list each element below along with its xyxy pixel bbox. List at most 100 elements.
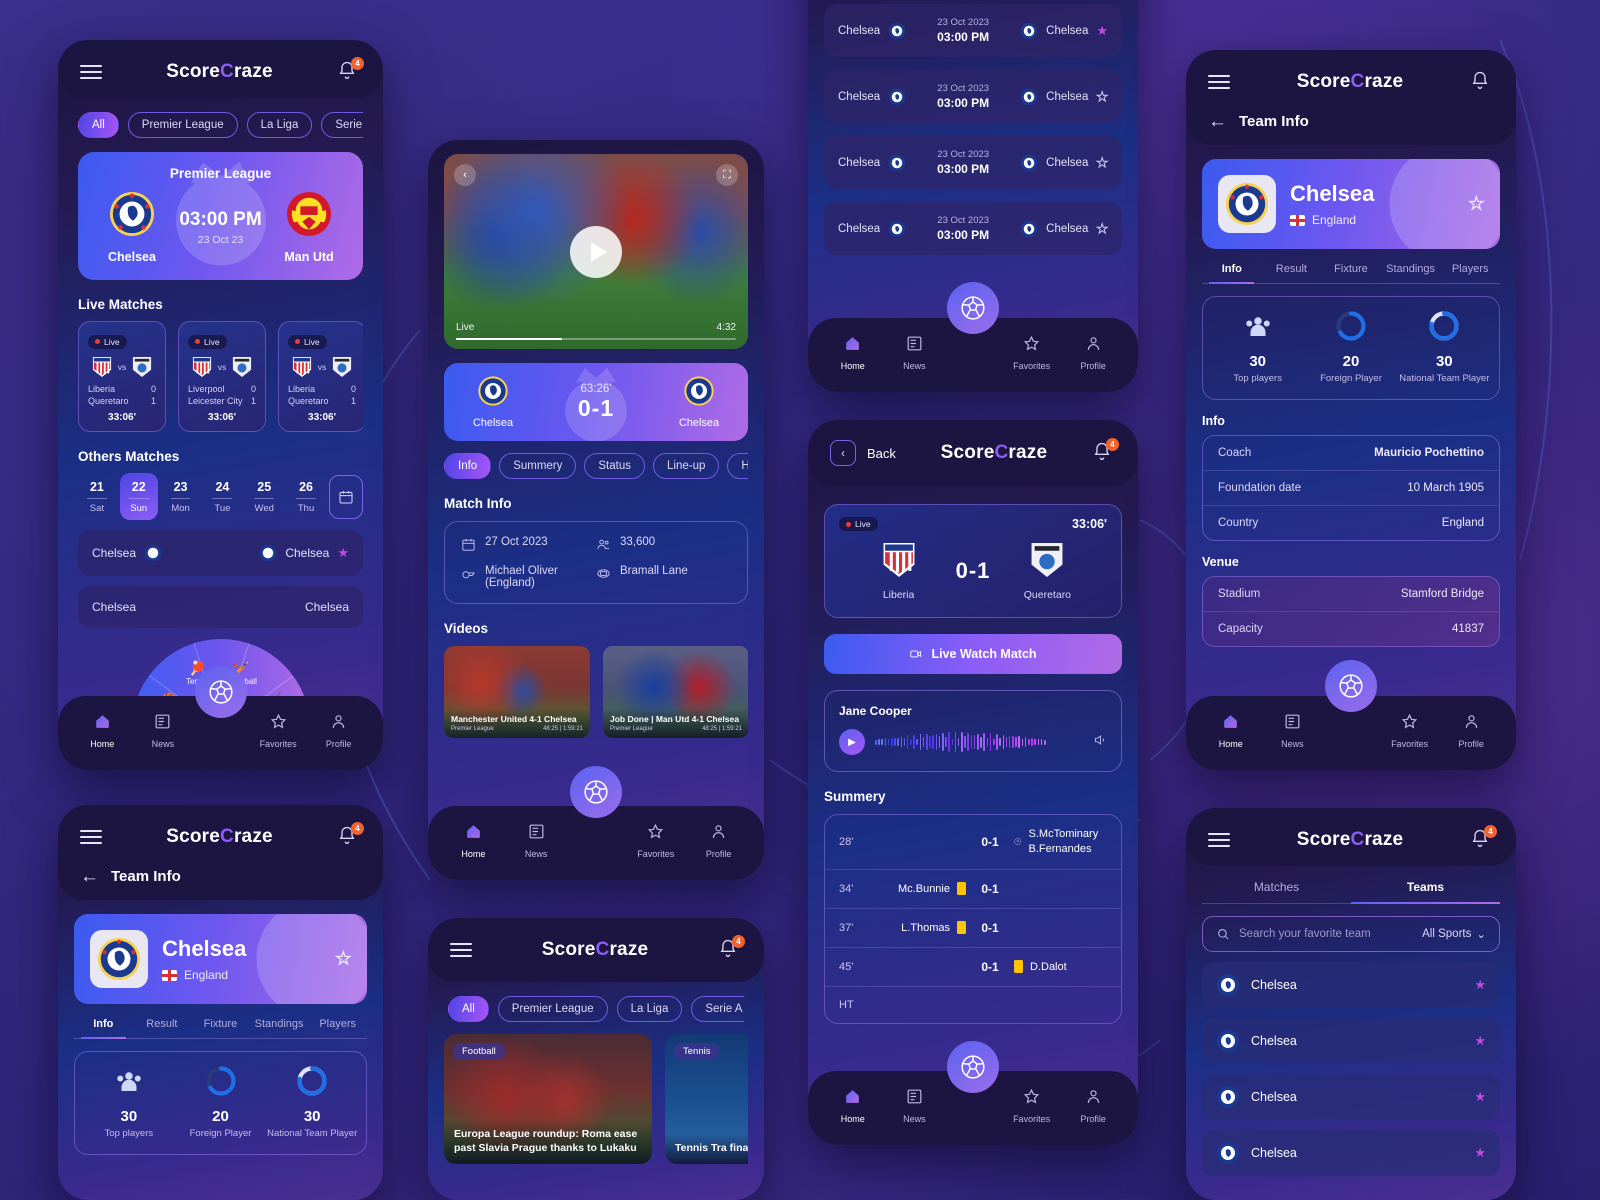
team-list-item[interactable]: Chelsea ★: [1202, 1074, 1500, 1120]
team-list-item[interactable]: Chelsea ★: [1202, 1130, 1500, 1176]
sports-fab-button[interactable]: [947, 1041, 999, 1093]
nav-profile[interactable]: Profile: [1064, 1087, 1122, 1124]
chip-la-liga[interactable]: La Liga: [616, 996, 683, 1022]
tab-result[interactable]: Result: [133, 1018, 192, 1038]
video-card[interactable]: Job Done | Man Utd 4-1 Chelsea Premier L…: [603, 646, 748, 738]
nav-home[interactable]: Home: [824, 1087, 882, 1124]
tab-lineup[interactable]: Line-up: [653, 453, 720, 479]
segment-matches[interactable]: Matches: [1202, 880, 1351, 903]
nav-profile[interactable]: Profile: [1064, 334, 1122, 371]
chip-premier-league[interactable]: Premier League: [497, 996, 608, 1022]
nav-home[interactable]: Home: [824, 334, 882, 371]
nav-news[interactable]: News: [507, 822, 565, 859]
nav-favorites[interactable]: Favorites: [627, 822, 685, 859]
other-match-row[interactable]: Chelsea Chelsea: [78, 586, 363, 628]
notification-bell-icon[interactable]: 4: [337, 822, 364, 849]
live-match-card[interactable]: Live vs Liberia 0 Queretaro 1 33:06': [78, 321, 166, 432]
nav-home[interactable]: Home: [444, 822, 502, 859]
featured-match-card[interactable]: Premier League Chelsea 03:00 PM 23 Oct 2…: [78, 152, 363, 280]
fixture-row[interactable]: Chelsea 23 Oct 2023 03:00 PM Chelsea ★: [824, 4, 1122, 57]
sport-filter-dropdown[interactable]: All Sports ⌄: [1422, 927, 1486, 941]
tab-fixture[interactable]: Fixture: [191, 1018, 250, 1038]
menu-icon[interactable]: [1208, 833, 1230, 847]
favorite-star-icon[interactable]: ★: [1474, 977, 1486, 993]
favorite-star-icon[interactable]: ★: [1474, 1089, 1486, 1105]
team-search-bar[interactable]: Search your favorite team All Sports ⌄: [1202, 916, 1500, 952]
menu-icon[interactable]: [450, 943, 472, 957]
tab-players[interactable]: Players: [1440, 263, 1500, 283]
notification-bell-icon[interactable]: 4: [718, 935, 745, 962]
nav-favorites[interactable]: Favorites: [1381, 712, 1439, 749]
live-match-card[interactable]: Live vs Liverpool 0 Leicester City 1 33:06…: [178, 321, 266, 432]
segment-teams[interactable]: Teams: [1351, 880, 1500, 904]
tab-info[interactable]: Info: [1202, 263, 1262, 284]
sports-fab-button[interactable]: [194, 666, 247, 718]
tab-standings[interactable]: Standings: [1381, 263, 1441, 283]
match-detail-tabs[interactable]: Info Summery Status Line-up H2H New: [444, 453, 748, 479]
tab-h2h[interactable]: H2H: [727, 453, 748, 479]
audio-waveform[interactable]: [875, 731, 1083, 753]
menu-icon[interactable]: [80, 65, 102, 79]
favorites-segments[interactable]: Matches Teams: [1202, 880, 1500, 904]
tab-summery[interactable]: Summery: [499, 453, 577, 479]
tab-standings[interactable]: Standings: [250, 1018, 309, 1038]
news-list[interactable]: Football Europa League roundup: Roma eas…: [444, 1034, 748, 1164]
chip-all[interactable]: All: [448, 996, 489, 1022]
team-tabs[interactable]: Info Result Fixture Standings Players: [1202, 263, 1500, 284]
news-card[interactable]: Tennis Tennis Tra finals in Vi: [665, 1034, 748, 1164]
menu-icon[interactable]: [80, 830, 102, 844]
sports-fab-button[interactable]: [570, 766, 622, 818]
live-watch-button[interactable]: Live Watch Match: [824, 634, 1122, 674]
chip-premier-league[interactable]: Premier League: [127, 112, 238, 138]
nav-news[interactable]: News: [885, 1087, 943, 1124]
live-match-card[interactable]: Live vs Liberia 0 Queretaro 1 33:06': [278, 321, 363, 432]
date-selector[interactable]: 21 Sat 22 Sun 23 Mon 24 Tue 25 Wed 26 Thu: [78, 473, 363, 520]
chip-la-liga[interactable]: La Liga: [246, 112, 313, 138]
audio-play-button[interactable]: ▶: [839, 729, 865, 755]
date-cell[interactable]: 25 Wed: [245, 473, 283, 520]
tab-result[interactable]: Result: [1262, 263, 1322, 283]
nav-favorites[interactable]: Favorites: [1003, 1087, 1061, 1124]
team-tabs[interactable]: Info Result Fixture Standings Players: [74, 1018, 367, 1039]
menu-icon[interactable]: [1208, 75, 1230, 89]
favorite-star-icon[interactable]: ★: [337, 545, 349, 561]
videos-list[interactable]: Manchester United 4-1 Chelsea Premier Le…: [444, 646, 748, 738]
team-list-item[interactable]: Chelsea ★: [1202, 962, 1500, 1008]
back-arrow-icon[interactable]: ←: [80, 867, 99, 886]
favorite-star-icon[interactable]: ★: [1096, 88, 1109, 105]
nav-news[interactable]: News: [1263, 712, 1321, 749]
video-back-icon[interactable]: ‹: [454, 164, 476, 186]
video-progress-bar[interactable]: [456, 337, 736, 340]
other-match-row[interactable]: Chelsea Chelsea ★: [78, 530, 363, 576]
date-cell-selected[interactable]: 22 Sun: [119, 473, 158, 520]
chip-serie-a[interactable]: Serie A: [321, 112, 363, 138]
date-cell[interactable]: 26 Thu: [287, 473, 325, 520]
fixture-row[interactable]: Chelsea 23 Oct 2023 03:00 PM Chelsea ★: [824, 136, 1122, 189]
back-arrow-icon[interactable]: ←: [1208, 112, 1227, 131]
tab-info[interactable]: Info: [444, 453, 492, 479]
nav-home[interactable]: Home: [73, 712, 131, 749]
video-card[interactable]: Manchester United 4-1 Chelsea Premier Le…: [444, 646, 590, 738]
volume-icon[interactable]: [1093, 733, 1107, 752]
tab-status[interactable]: Status: [584, 453, 645, 479]
calendar-button[interactable]: [328, 474, 363, 519]
fixture-row[interactable]: Chelsea 23 Oct 2023 03:00 PM Chelsea ★: [824, 202, 1122, 255]
favorite-star-icon[interactable]: ★: [1096, 23, 1108, 39]
favorite-star-icon[interactable]: ★: [1474, 1145, 1486, 1161]
favorite-star-icon[interactable]: ★: [1468, 193, 1484, 214]
date-cell[interactable]: 24 Tue: [203, 473, 241, 520]
live-matches-list[interactable]: Live vs Liberia 0 Queretaro 1 33:06' Live …: [78, 321, 363, 432]
nav-profile[interactable]: Profile: [690, 822, 748, 859]
sports-fab-button[interactable]: [1325, 660, 1377, 712]
date-cell[interactable]: 23 Mon: [162, 473, 200, 520]
nav-favorites[interactable]: Favorites: [249, 712, 307, 749]
date-cell[interactable]: 21 Sat: [78, 473, 116, 520]
nav-news[interactable]: News: [134, 712, 192, 749]
nav-profile[interactable]: Profile: [1442, 712, 1500, 749]
sports-fab-button[interactable]: [947, 282, 999, 334]
video-fullscreen-icon[interactable]: ⛶: [716, 164, 738, 186]
nav-news[interactable]: News: [885, 334, 943, 371]
favorite-star-icon[interactable]: ★: [1474, 1033, 1486, 1049]
favorite-star-icon[interactable]: ★: [1096, 154, 1109, 171]
notification-bell-icon[interactable]: 4: [1470, 825, 1497, 852]
